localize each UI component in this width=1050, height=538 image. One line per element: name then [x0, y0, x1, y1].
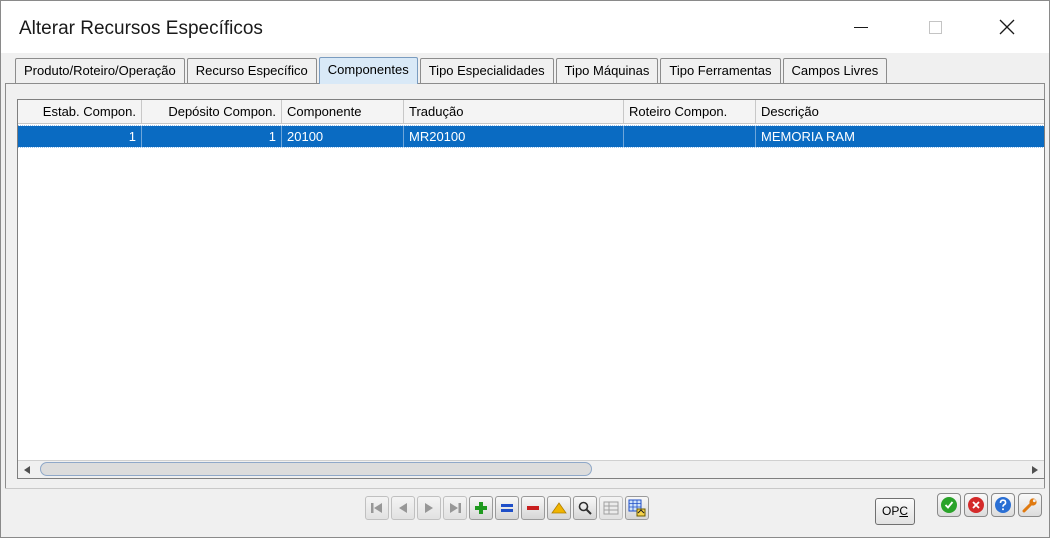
title-bar: Alterar Recursos Específicos [1, 1, 1049, 53]
tab-strip: Produto/Roteiro/Operação Recurso Específ… [15, 57, 889, 84]
cell-componente: 20100 [282, 126, 404, 147]
minus-icon [527, 506, 539, 510]
options-label: OP [881, 504, 900, 518]
action-toolbar [937, 493, 1045, 517]
search-button[interactable] [573, 496, 597, 520]
minimize-button[interactable] [827, 1, 895, 53]
help-button[interactable] [991, 493, 1015, 517]
column-header-componente[interactable]: Componente [282, 100, 404, 124]
column-header-traducao[interactable]: Tradução [404, 100, 624, 124]
search-icon [578, 501, 592, 515]
tab-tipo-ferramentas[interactable]: Tipo Ferramentas [660, 58, 781, 83]
plus-icon [475, 502, 487, 514]
options-label-shortcut: C [899, 504, 908, 518]
arrow-right-icon [1032, 465, 1038, 474]
triangle-up-icon [551, 502, 567, 514]
grid-header: Estab. Compon. Depósito Compon. Componen… [18, 100, 1044, 124]
arrow-left-icon [24, 465, 30, 474]
next-record-button[interactable] [417, 496, 441, 520]
column-header-deposito-compon[interactable]: Depósito Compon. [142, 100, 282, 124]
panel-bottom-divider [5, 488, 1045, 489]
previous-record-icon [399, 503, 407, 513]
add-record-button[interactable] [469, 496, 493, 520]
cell-estab-compon: 1 [18, 126, 142, 147]
minimize-icon [854, 26, 868, 28]
tab-recurso-especifico[interactable]: Recurso Específico [186, 58, 317, 83]
next-record-icon [425, 503, 433, 513]
navigation-toolbar [365, 496, 651, 520]
check-icon [941, 497, 957, 513]
tab-campos-livres[interactable]: Campos Livres [782, 58, 888, 83]
cell-traducao: MR20100 [404, 126, 624, 147]
close-icon [999, 19, 1015, 35]
column-header-estab-compon[interactable]: Estab. Compon. [18, 100, 142, 124]
grid-export-button[interactable] [625, 496, 649, 520]
scrollbar-thumb[interactable] [40, 462, 592, 476]
list-view-button[interactable] [599, 496, 623, 520]
first-record-icon [371, 503, 382, 513]
table-icon [603, 501, 619, 515]
first-record-button[interactable] [365, 496, 389, 520]
tab-produto-roteiro-operacao[interactable]: Produto/Roteiro/Operação [15, 58, 185, 83]
sort-button[interactable] [547, 496, 571, 520]
edit-record-button[interactable] [495, 496, 519, 520]
options-button[interactable]: OPC [875, 498, 915, 525]
horizontal-scrollbar[interactable] [18, 460, 1044, 478]
maximize-button[interactable] [901, 1, 969, 53]
window-title: Alterar Recursos Específicos [19, 18, 263, 39]
help-icon [995, 497, 1011, 513]
scroll-left-button[interactable] [18, 461, 36, 478]
grid-export-icon [628, 499, 646, 517]
column-header-descricao[interactable]: Descrição [756, 100, 1044, 124]
scroll-right-button[interactable] [1026, 461, 1044, 478]
delete-record-button[interactable] [521, 496, 545, 520]
cancel-icon [968, 497, 984, 513]
equals-icon [501, 504, 513, 512]
ok-button[interactable] [937, 493, 961, 517]
column-header-roteiro-compon[interactable]: Roteiro Compon. [624, 100, 756, 124]
tab-baseline [5, 83, 1045, 84]
dialog-window: Alterar Recursos Específicos Produto/Rot… [0, 0, 1050, 538]
cell-deposito-compon: 1 [142, 126, 282, 147]
tab-componentes[interactable]: Componentes [318, 57, 418, 84]
last-record-button[interactable] [443, 496, 467, 520]
table-row[interactable]: 1 1 20100 MR20100 MEMORIA RAM [18, 125, 1044, 148]
tab-tipo-especialidades[interactable]: Tipo Especialidades [419, 58, 554, 83]
last-record-icon [450, 503, 461, 513]
cell-roteiro-compon [624, 126, 756, 147]
maximize-icon [928, 20, 942, 34]
previous-record-button[interactable] [391, 496, 415, 520]
settings-button[interactable] [1018, 493, 1042, 517]
tab-tipo-maquinas[interactable]: Tipo Máquinas [555, 58, 659, 83]
wrench-icon [1022, 498, 1037, 513]
cell-descricao: MEMORIA RAM [761, 129, 855, 144]
close-button[interactable] [973, 1, 1041, 53]
components-grid[interactable]: Estab. Compon. Depósito Compon. Componen… [17, 99, 1045, 479]
cancel-button[interactable] [964, 493, 988, 517]
